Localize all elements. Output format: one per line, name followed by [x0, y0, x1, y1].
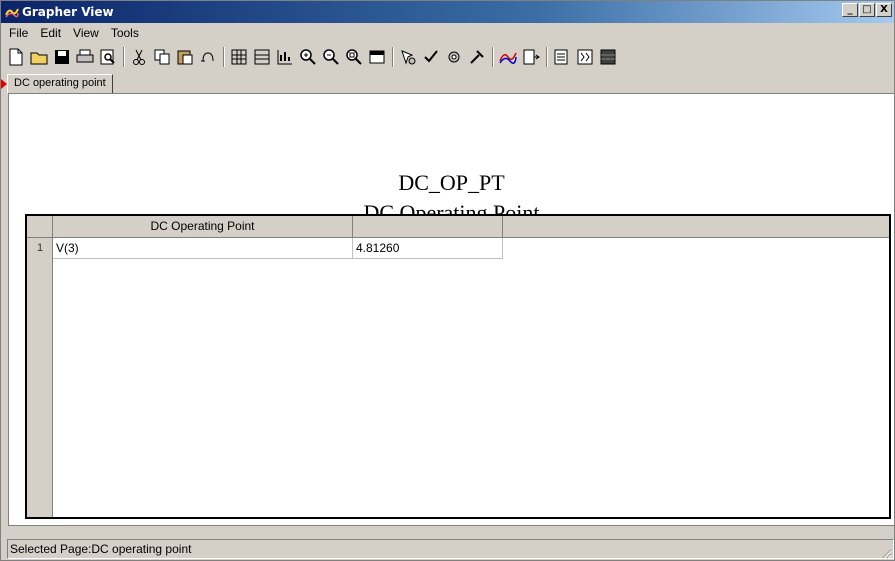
- close-button[interactable]: X: [876, 3, 892, 17]
- column-header-dc-operating-point[interactable]: DC Operating Point: [53, 216, 353, 238]
- new-icon: [9, 48, 23, 66]
- chart-button[interactable]: [274, 46, 296, 68]
- overlay-icon: [600, 49, 616, 65]
- undo-button[interactable]: [197, 46, 219, 68]
- grapher-app-icon: [5, 8, 19, 18]
- menu-bar: File Edit View Tools: [1, 23, 894, 43]
- graph-icon: [499, 52, 517, 64]
- cell-variable-name[interactable]: V(3): [53, 238, 353, 259]
- cursor-gear-icon: [448, 51, 460, 63]
- print-preview-icon: [100, 49, 115, 65]
- grapher-window: Grapher View _ □ X File Edit View Tools …: [0, 0, 895, 561]
- cut-button[interactable]: [128, 46, 150, 68]
- save-button[interactable]: [51, 46, 73, 68]
- cell-value[interactable]: 4.81260: [353, 238, 503, 259]
- column-header-value[interactable]: [353, 216, 503, 238]
- menu-tools[interactable]: Tools: [105, 26, 145, 40]
- row-header-column: [27, 216, 53, 517]
- toolbar-separator: [123, 47, 125, 67]
- status-text: Selected Page:DC operating point: [7, 539, 894, 559]
- paste-icon: [177, 50, 193, 65]
- row-number[interactable]: 1: [27, 238, 53, 259]
- resize-grip-icon[interactable]: [880, 547, 892, 559]
- toolbar: [1, 43, 894, 71]
- menu-file[interactable]: File: [3, 26, 34, 40]
- transfer-button[interactable]: [551, 46, 573, 68]
- grid-corner[interactable]: [27, 216, 53, 238]
- title-bar[interactable]: Grapher View _ □ X: [1, 1, 894, 23]
- new-button[interactable]: [5, 46, 27, 68]
- save-icon: [55, 50, 69, 64]
- cursor-tools-button[interactable]: [466, 46, 488, 68]
- cursor-check-button[interactable]: [420, 46, 442, 68]
- list-button[interactable]: [251, 46, 273, 68]
- list-icon: [254, 49, 270, 65]
- export-icon: [523, 49, 540, 65]
- maximize-button[interactable]: □: [859, 3, 875, 17]
- status-bar: Selected Page:DC operating point: [1, 537, 894, 561]
- page-frame-bottom: [8, 525, 894, 535]
- table-button[interactable]: [574, 46, 596, 68]
- toolbar-separator: [546, 47, 548, 67]
- undo-icon: [201, 52, 214, 62]
- cursor-check-icon: [424, 50, 438, 63]
- tab-dc-operating-point[interactable]: DC operating point: [7, 74, 113, 94]
- zoom-out-icon: [323, 49, 339, 65]
- window-title: Grapher View: [22, 5, 114, 19]
- zoom-in-button[interactable]: [297, 46, 319, 68]
- grid-button[interactable]: [228, 46, 250, 68]
- zoom-in-icon: [300, 49, 316, 65]
- open-button[interactable]: [28, 46, 50, 68]
- chart-icon: [277, 50, 292, 65]
- zoom-out-button[interactable]: [320, 46, 342, 68]
- menu-edit[interactable]: Edit: [34, 26, 67, 40]
- cursor-button[interactable]: [397, 46, 419, 68]
- zoom-area-button[interactable]: [343, 46, 365, 68]
- zoom-area-icon: [346, 49, 362, 65]
- results-grid: DC Operating Point 1 V(3) 4.81260: [25, 214, 891, 519]
- print-preview-button[interactable]: [97, 46, 119, 68]
- copy-icon: [154, 49, 170, 65]
- copy-button[interactable]: [151, 46, 173, 68]
- menu-view[interactable]: View: [67, 26, 105, 40]
- toolbar-separator: [492, 47, 494, 67]
- print-button[interactable]: [74, 46, 96, 68]
- page-title: DC_OP_PT: [398, 170, 505, 195]
- table-icon: [577, 49, 593, 65]
- open-icon: [30, 52, 48, 65]
- tab-strip: DC operating point: [1, 72, 894, 94]
- cut-icon: [133, 49, 145, 65]
- cursor-tools-icon: [470, 50, 484, 64]
- cursor-icon: [401, 50, 416, 65]
- window-button[interactable]: [366, 46, 388, 68]
- toolbar-separator: [223, 47, 225, 67]
- grid-icon: [231, 49, 247, 65]
- paste-button[interactable]: [174, 46, 196, 68]
- export-button[interactable]: [520, 46, 542, 68]
- print-icon: [76, 49, 94, 63]
- minimize-button[interactable]: _: [842, 3, 858, 17]
- overlay-button[interactable]: [597, 46, 619, 68]
- toolbar-separator: [392, 47, 394, 67]
- transfer-icon: [554, 49, 568, 65]
- window-icon: [369, 50, 385, 64]
- cursor-gear-button[interactable]: [443, 46, 465, 68]
- graph-button[interactable]: [497, 46, 519, 68]
- column-header-empty: [503, 216, 889, 238]
